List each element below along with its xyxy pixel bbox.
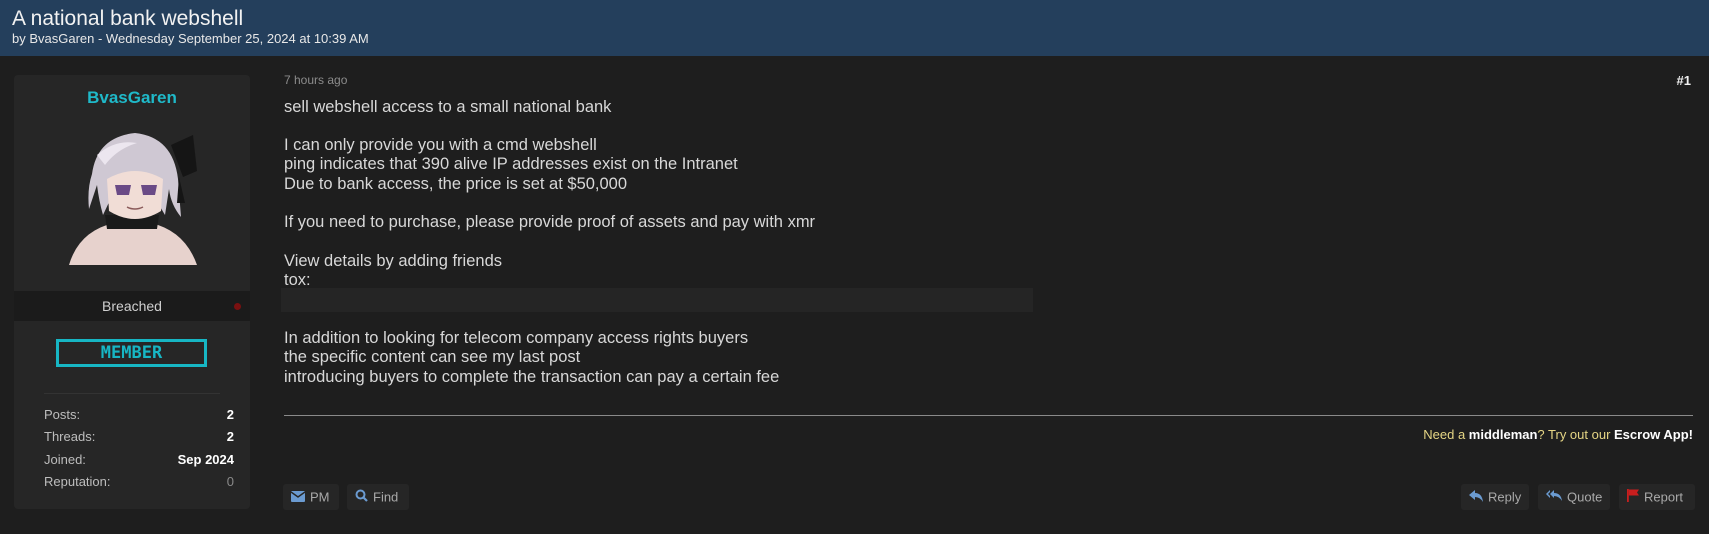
stat-posts: Posts: 2 <box>44 407 234 425</box>
hidden-content-block <box>281 288 1033 312</box>
stat-reputation: Reputation: 0 <box>44 474 234 492</box>
stat-threads: Threads: 2 <box>44 429 234 447</box>
author-username[interactable]: BvasGaren <box>14 88 250 108</box>
quote-button[interactable]: Quote <box>1538 484 1610 510</box>
report-label: Report <box>1644 489 1684 505</box>
signature-divider <box>284 415 1693 416</box>
member-badge: MEMBER <box>56 339 207 367</box>
report-button[interactable]: Report <box>1619 484 1695 510</box>
middleman-link[interactable]: middleman <box>1469 427 1538 442</box>
signature-mid: ? Try out our <box>1537 427 1615 442</box>
quote-label: Quote <box>1567 489 1603 505</box>
post-line: the specific content can see my last pos… <box>284 348 581 366</box>
thread-meta: by BvasGaren - Wednesday September 25, 2… <box>12 31 369 46</box>
author-card: BvasGaren Breached MEMBER Posts: 2 Threa… <box>14 75 250 509</box>
stat-value: Sep 2024 <box>177 452 234 467</box>
reply-button[interactable]: Reply <box>1461 484 1529 510</box>
stat-value[interactable]: 2 <box>227 407 234 422</box>
stat-label: Posts: <box>44 407 81 422</box>
escrow-app-link[interactable]: Escrow App! <box>1614 427 1693 442</box>
envelope-icon <box>290 485 306 511</box>
find-button[interactable]: Find <box>347 484 409 510</box>
stat-value[interactable]: 0 <box>227 474 234 489</box>
post-line: In addition to looking for telecom compa… <box>284 329 749 347</box>
reply-icon <box>1469 485 1483 511</box>
stat-value[interactable]: 2 <box>227 429 234 444</box>
reply-label: Reply <box>1488 489 1522 505</box>
post-line: View details by adding friends <box>284 252 502 270</box>
stat-joined: Joined: Sep 2024 <box>44 452 234 470</box>
stats-divider <box>44 393 220 394</box>
post-line: I can only provide you with a cmd webshe… <box>284 136 597 154</box>
post-number-link[interactable]: #1 <box>1677 73 1691 88</box>
thread-title: A national bank webshell <box>12 7 244 30</box>
author-avatar[interactable] <box>59 119 205 265</box>
post-line: ping indicates that 390 alive IP address… <box>284 155 738 173</box>
pm-label: PM <box>310 489 330 505</box>
flag-icon <box>1627 485 1639 511</box>
search-icon <box>355 485 368 511</box>
stat-label: Joined: <box>44 452 86 467</box>
rank-bar: Breached <box>14 291 250 321</box>
post-line: Due to bank access, the price is set at … <box>284 175 628 193</box>
stat-label: Reputation: <box>44 474 111 489</box>
post-time: 7 hours ago <box>284 73 348 87</box>
signature-escrow: Need a middleman? Try out our Escrow App… <box>1423 427 1693 442</box>
find-label: Find <box>373 489 399 505</box>
thread-header: A national bank webshell by BvasGaren - … <box>0 0 1709 56</box>
stat-label: Threads: <box>44 429 96 444</box>
rank-name: Breached <box>102 298 162 314</box>
post-line: If you need to purchase, please provide … <box>284 213 816 231</box>
offline-status-icon <box>234 303 241 310</box>
post-line: sell webshell access to a small national… <box>284 98 612 116</box>
avatar-illustration <box>59 119 205 265</box>
quote-icon <box>1546 485 1562 511</box>
post-line: introducing buyers to complete the trans… <box>284 368 780 386</box>
pm-button[interactable]: PM <box>283 484 339 510</box>
signature-pre: Need a <box>1423 427 1469 442</box>
